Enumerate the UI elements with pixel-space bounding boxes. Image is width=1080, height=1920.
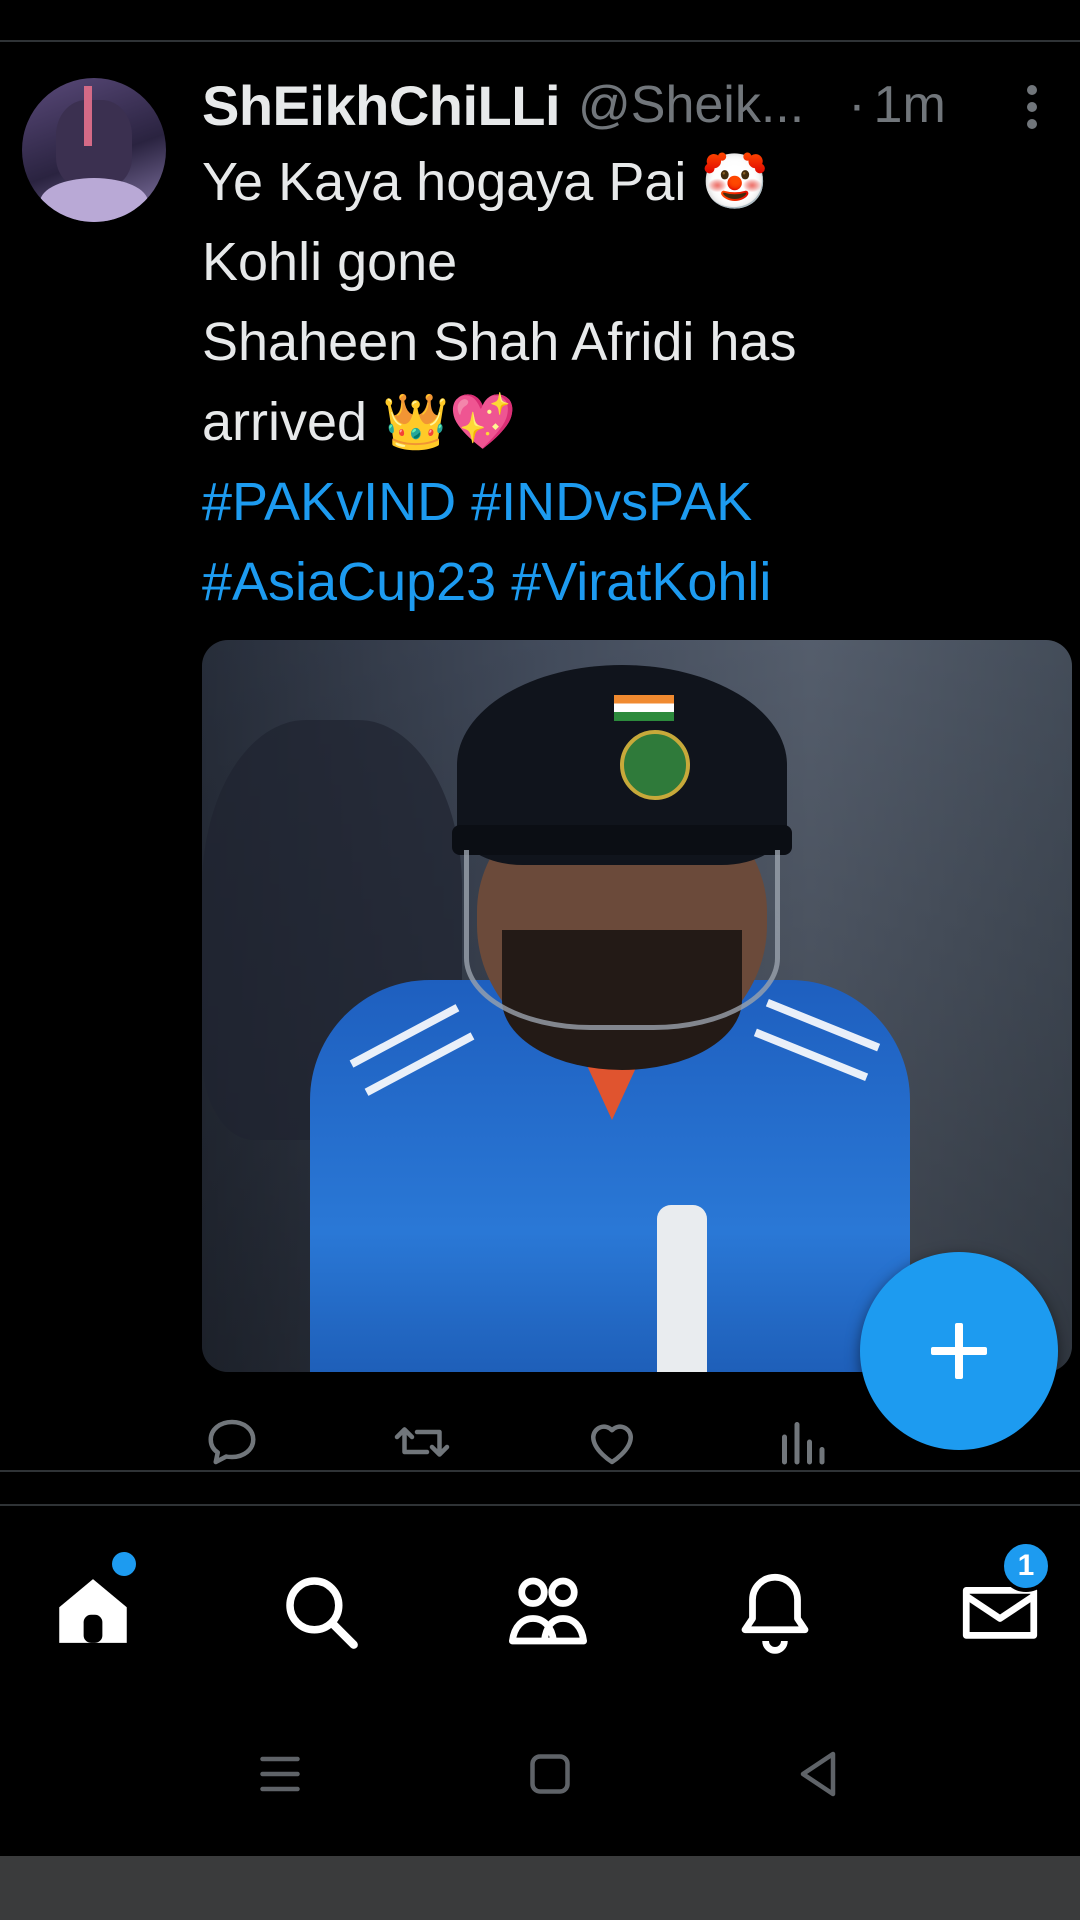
new-content-dot bbox=[112, 1552, 136, 1576]
communities-icon[interactable] bbox=[503, 1566, 593, 1656]
reply-icon[interactable] bbox=[202, 1412, 262, 1472]
divider bbox=[0, 1470, 1080, 1472]
tweet-text-line: Kohli gone bbox=[202, 232, 458, 292]
hashtag-link[interactable]: #PAKvIND bbox=[202, 472, 456, 532]
more-options-icon[interactable] bbox=[1020, 82, 1044, 130]
home-button-icon[interactable] bbox=[520, 1744, 580, 1804]
display-name[interactable]: ShEikhChiLLi bbox=[202, 73, 561, 138]
tweet-header: ShEikhChiLLi @Sheik... · 1m bbox=[202, 70, 1062, 140]
retweet-icon[interactable] bbox=[392, 1412, 452, 1472]
views-icon[interactable] bbox=[772, 1412, 832, 1472]
bottom-bar bbox=[0, 1856, 1080, 1920]
compose-tweet-button[interactable] bbox=[860, 1252, 1058, 1450]
messages-badge: 1 bbox=[1000, 1540, 1052, 1592]
avatar[interactable] bbox=[22, 78, 166, 222]
user-handle[interactable]: @Sheik... bbox=[578, 75, 804, 135]
search-icon[interactable] bbox=[275, 1566, 365, 1656]
hashtag-link[interactable]: #AsiaCup23 bbox=[202, 552, 496, 612]
system-navigation-bar bbox=[0, 1696, 1080, 1856]
separator-dot: · bbox=[848, 76, 866, 134]
tweet[interactable]: ShEikhChiLLi @Sheik... · 1m Ye Kaya hoga… bbox=[0, 42, 1080, 1472]
tweet-text-line: arrived 👑💖 bbox=[202, 392, 517, 452]
tweet-time[interactable]: 1m bbox=[874, 75, 946, 135]
tweet-text: Ye Kaya hogaya Pai 🤡 Kohli gone Shaheen … bbox=[202, 142, 1062, 622]
home-icon[interactable] bbox=[48, 1566, 138, 1656]
back-icon[interactable] bbox=[788, 1744, 848, 1804]
recents-icon[interactable] bbox=[250, 1744, 310, 1804]
twitter-screen: ShEikhChiLLi @Sheik... · 1m Ye Kaya hoga… bbox=[0, 0, 1080, 1920]
tweet-text-line: Ye Kaya hogaya Pai 🤡 bbox=[202, 152, 769, 212]
hashtag-link[interactable]: #ViratKohli bbox=[511, 552, 771, 612]
hashtag-line: #AsiaCup23 #ViratKohli bbox=[202, 542, 1062, 622]
tweet-text-line: Shaheen Shah Afridi has bbox=[202, 312, 797, 372]
hashtag-link[interactable]: #INDvsPAK bbox=[471, 472, 752, 532]
notifications-icon[interactable] bbox=[730, 1566, 820, 1656]
hashtag-line: #PAKvIND #INDvsPAK bbox=[202, 462, 1062, 542]
tweet-actions bbox=[202, 1412, 842, 1472]
like-icon[interactable] bbox=[582, 1412, 642, 1472]
bottom-nav: 1 bbox=[0, 1506, 1080, 1696]
